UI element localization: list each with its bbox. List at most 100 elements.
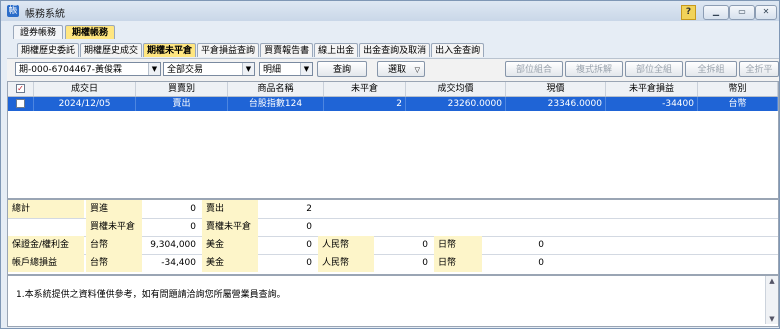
summary-label: 日幣 [434, 254, 482, 272]
summary-label: 帳戶總損益 [8, 254, 84, 272]
tab-withdraw-query[interactable]: 出金查詢及取消 [359, 43, 431, 57]
close-all-button[interactable]: 全折平 [739, 61, 779, 77]
row-checkbox[interactable] [8, 97, 34, 111]
tab-closed-pnl[interactable]: 平倉損益查詢 [197, 43, 260, 57]
summary-label: 人民幣 [318, 236, 374, 254]
summary-value: 0 [422, 258, 428, 268]
close-button[interactable]: ✕ [755, 5, 777, 20]
summary-value: 9,304,000 [150, 240, 196, 250]
chevron-down-icon: ▼ [300, 63, 312, 75]
summary-label: 台幣 [86, 236, 142, 254]
header-currency[interactable]: 幣別 [698, 82, 778, 96]
app-icon: 帳 [7, 5, 19, 17]
summary-value: 2 [306, 204, 312, 214]
tab-history-fills[interactable]: 期權歷史成交 [80, 43, 143, 57]
split-all-button[interactable]: 全拆組 [685, 61, 737, 77]
summary-row-pnl: 帳戶總損益 台幣 -34,400 美金 0 人民幣 0 日幣 0 [8, 254, 778, 272]
summary-value: 0 [190, 222, 196, 232]
header-open-qty[interactable]: 未平倉 [324, 82, 406, 96]
tab-history-orders[interactable]: 期權歷史委託 [17, 43, 80, 57]
tab-futures[interactable]: 期權帳務 [65, 25, 116, 39]
cell-avg-price: 23260.0000 [406, 97, 506, 111]
summary-label: 美金 [202, 236, 258, 254]
tab-online-withdraw[interactable]: 線上出金 [314, 43, 359, 57]
detail-select[interactable]: 明細 ▼ [259, 62, 313, 76]
summary-value: 0 [306, 258, 312, 268]
trade-filter-value: 全部交易 [167, 65, 204, 75]
restore-button[interactable]: ▭ [729, 5, 755, 20]
query-button[interactable]: 查詢 [317, 61, 367, 77]
check-icon: ✓ [16, 84, 25, 93]
summary-value: 0 [538, 240, 544, 250]
summary-label: 賣權未平倉 [202, 218, 258, 236]
summary-label: 人民幣 [318, 254, 374, 272]
scroll-down-icon[interactable]: ▼ [766, 314, 778, 324]
summary-value: 0 [306, 240, 312, 250]
select-all-checkbox[interactable]: ✓ [8, 82, 34, 96]
header-side[interactable]: 買賣別 [136, 82, 228, 96]
header-product[interactable]: 商品名稱 [228, 82, 324, 96]
trade-filter-select[interactable]: 全部交易 ▼ [163, 62, 255, 76]
chevron-down-icon: ▼ [242, 63, 254, 75]
tab-trade-report[interactable]: 買賣報告書 [260, 43, 314, 57]
summary-value: 0 [306, 222, 312, 232]
cell-open-qty: 2 [324, 97, 406, 111]
select-button[interactable]: 選取 ▽ [377, 61, 425, 77]
dropdown-icon: ▽ [414, 66, 420, 74]
minimize-button[interactable]: ▁ [703, 5, 729, 20]
chevron-down-icon: ▼ [148, 63, 160, 75]
select-label: 選取 [388, 65, 407, 75]
combine-position-button[interactable]: 部位組合 [505, 61, 563, 77]
header-current-price[interactable]: 現價 [506, 82, 606, 96]
notice-text: 1.本系統提供之資料僅供參考，如有問題請洽詢您所屬營業員查詢。 [16, 290, 286, 300]
app-window: 帳 帳務系統 ? ▁ ▭ ✕ 證券帳務 期權帳務 期權歷史委託 期權歷史成交 期… [0, 0, 780, 329]
summary-label: 總計 [8, 200, 84, 218]
summary-label: 日幣 [434, 236, 482, 254]
summary-value: 0 [538, 258, 544, 268]
title-bar: 帳 帳務系統 ? ▁ ▭ ✕ [1, 1, 779, 21]
summary-label: 買權未平倉 [86, 218, 142, 236]
summary-label: 賣出 [202, 200, 258, 218]
summary-label: 台幣 [86, 254, 142, 272]
main-tabs: 證券帳務 期權帳務 [13, 25, 117, 39]
account-select[interactable]: 期-000-6704467-黃俊霖 ▼ [15, 62, 161, 76]
header-avg-price[interactable]: 成交均價 [406, 82, 506, 96]
scroll-up-icon[interactable]: ▲ [766, 276, 778, 286]
notice-scrollbar[interactable]: ▲ ▼ [765, 276, 778, 324]
summary-row-margin: 保證金/權利金 台幣 9,304,000 美金 0 人民幣 0 日幣 0 [8, 236, 778, 255]
combine-all-button[interactable]: 部位全組 [625, 61, 683, 77]
summary-label: 保證金/權利金 [8, 236, 84, 254]
cell-side: 賣出 [136, 97, 228, 111]
cell-pnl: -34400 [606, 97, 698, 111]
cell-currency: 台幣 [698, 97, 778, 111]
header-date[interactable]: 成交日 [34, 82, 136, 96]
summary-value: 0 [422, 240, 428, 250]
detail-value: 明細 [263, 65, 282, 75]
tab-securities[interactable]: 證券帳務 [13, 25, 64, 39]
summary-value: 0 [190, 204, 196, 214]
cell-date: 2024/12/05 [34, 97, 136, 111]
notice-panel: 1.本系統提供之資料僅供參考，如有問題請洽詢您所屬營業員查詢。 ▲ ▼ [7, 275, 779, 327]
toolbar: 期-000-6704467-黃俊霖 ▼ 全部交易 ▼ 明細 ▼ 查詢 選取 ▽ … [7, 58, 779, 81]
grid-header: ✓ 成交日 買賣別 商品名稱 未平倉 成交均價 現價 未平倉損益 幣別 [8, 82, 778, 97]
positions-grid: ✓ 成交日 買賣別 商品名稱 未平倉 成交均價 現價 未平倉損益 幣別 2024… [7, 81, 779, 199]
help-button[interactable]: ? [681, 5, 696, 20]
summary-label: 美金 [202, 254, 258, 272]
sub-tabs: 期權歷史委託 期權歷史成交 期權未平倉 平倉損益查詢 買賣報告書 線上出金 出金… [17, 43, 485, 57]
header-pnl[interactable]: 未平倉損益 [606, 82, 698, 96]
window-title: 帳務系統 [25, 9, 65, 20]
summary-panel: 總計 買進 0 賣出 2 買權未平倉 0 賣權未平倉 0 保證金/權利金 台幣 … [7, 199, 779, 275]
summary-value: -34,400 [161, 258, 196, 268]
summary-row-options: 買權未平倉 0 賣權未平倉 0 [8, 218, 778, 237]
summary-label [8, 218, 84, 236]
cell-product: 台股指數124 [228, 97, 324, 111]
split-complex-button[interactable]: 複式拆解 [565, 61, 623, 77]
account-value: 期-000-6704467-黃俊霖 [19, 65, 123, 75]
tab-open-positions[interactable]: 期權未平倉 [143, 43, 197, 57]
summary-row-total: 總計 買進 0 賣出 2 [8, 200, 778, 219]
table-row[interactable]: 2024/12/05 賣出 台股指數124 2 23260.0000 23346… [8, 97, 778, 111]
summary-label: 買進 [86, 200, 142, 218]
tab-deposit-withdraw-query[interactable]: 出入金查詢 [431, 43, 485, 57]
checkbox-icon [16, 99, 25, 108]
cell-current-price: 23346.0000 [506, 97, 606, 111]
